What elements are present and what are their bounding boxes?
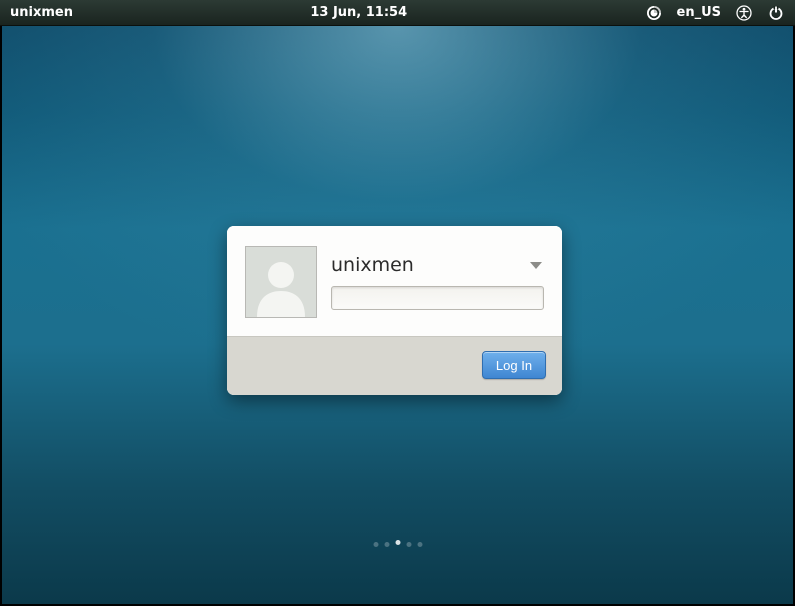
- spinner-dot: [395, 540, 400, 545]
- hostname-label: unixmen: [10, 5, 73, 20]
- username-label: unixmen: [331, 254, 414, 276]
- spinner-dot: [373, 542, 378, 547]
- login-top-section: unixmen: [227, 226, 562, 336]
- accessibility-icon[interactable]: [735, 4, 753, 22]
- user-switch-chevron-icon[interactable]: [530, 262, 542, 269]
- power-icon[interactable]: [767, 4, 785, 22]
- login-button[interactable]: Log In: [482, 351, 546, 379]
- spinner-dot: [384, 542, 389, 547]
- password-input[interactable]: [331, 286, 544, 310]
- top-panel: unixmen 13 Jun, 11:54 en_US: [0, 0, 795, 26]
- login-bottom-section: Log In: [227, 336, 562, 395]
- login-dialog: unixmen Log In: [227, 226, 562, 395]
- panel-indicators: en_US: [645, 4, 786, 22]
- desktop-background: unixmen Log In: [2, 26, 793, 604]
- clock-label: 13 Jun, 11:54: [73, 5, 645, 20]
- loading-spinner: [373, 542, 422, 547]
- user-row: unixmen: [331, 254, 544, 276]
- spinner-dot: [406, 542, 411, 547]
- session-indicator-icon[interactable]: [645, 4, 663, 22]
- user-column: unixmen: [331, 254, 544, 310]
- spinner-dot: [417, 542, 422, 547]
- user-avatar: [245, 246, 317, 318]
- language-indicator[interactable]: en_US: [677, 5, 722, 20]
